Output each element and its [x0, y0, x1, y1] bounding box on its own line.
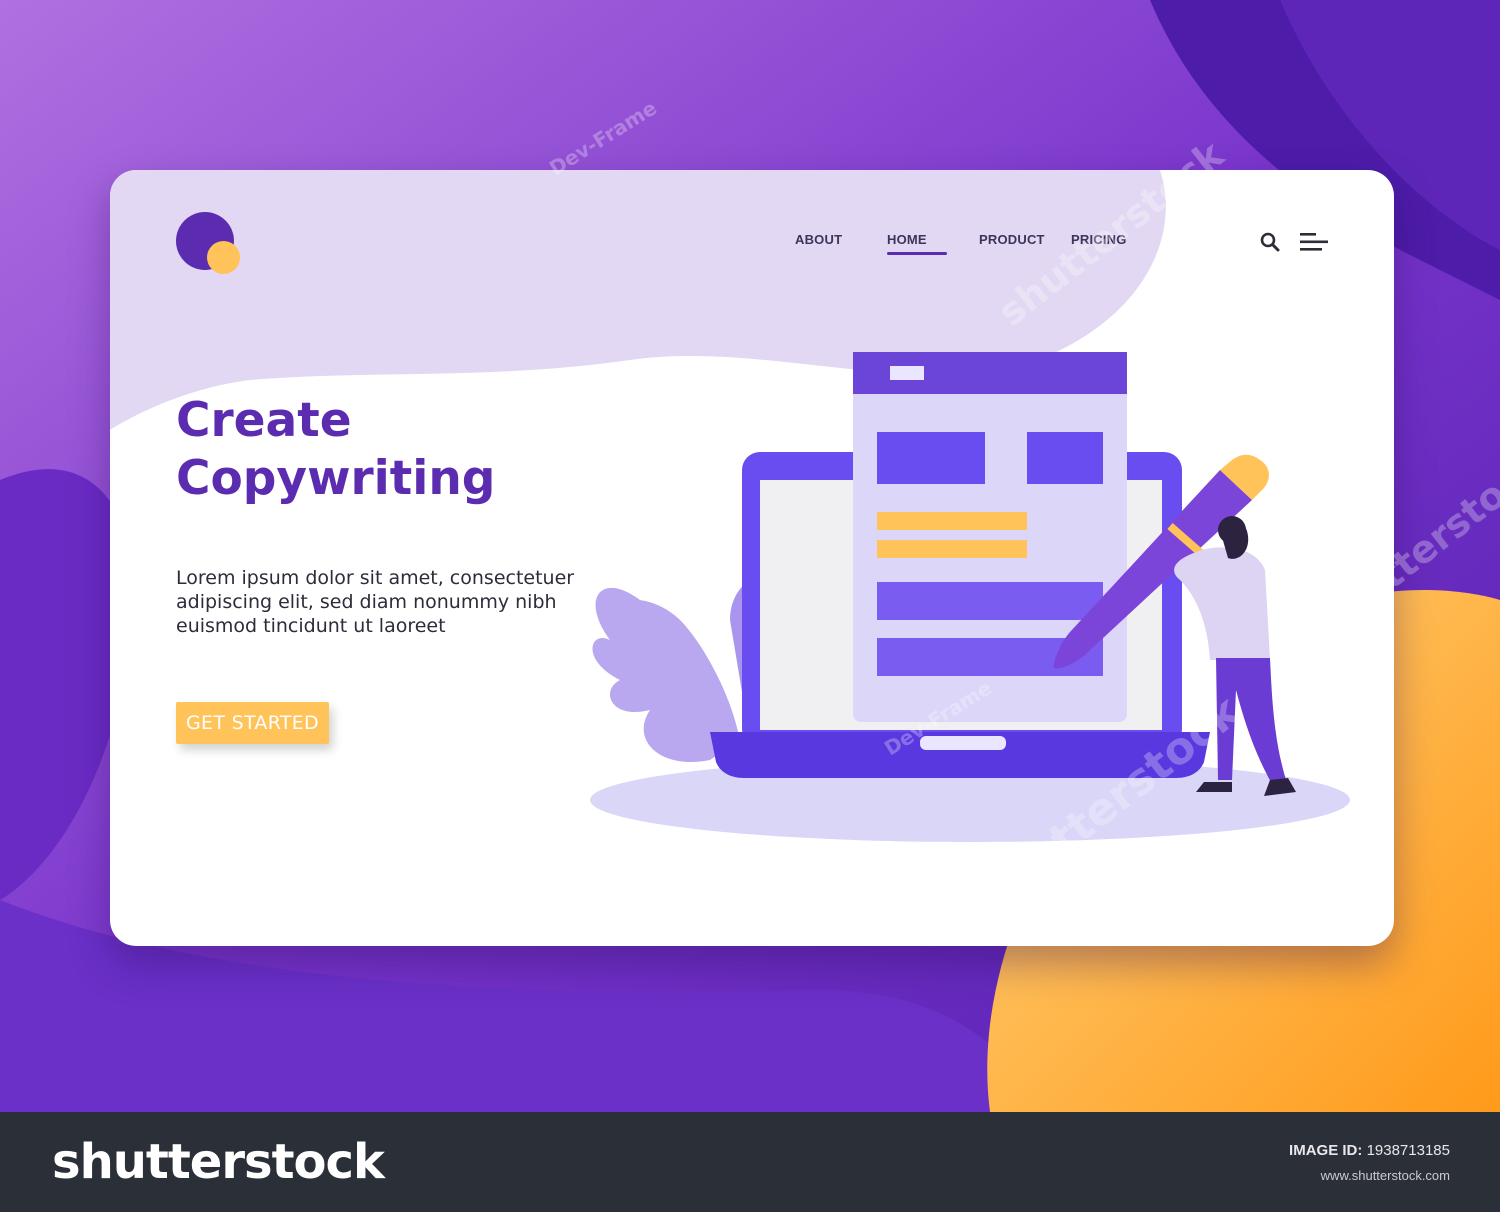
nav-item-home-label: HOME — [887, 232, 927, 247]
hero-title: Create Copywriting — [176, 392, 596, 508]
person-shirt — [1174, 547, 1270, 660]
main-navigation: ABOUT HOME PRODUCT PRICING — [110, 232, 1394, 262]
search-icon[interactable] — [1258, 230, 1282, 254]
document-block-2 — [1027, 432, 1103, 484]
hero-description-line1: Lorem ipsum dolor sit amet, consectetuer — [176, 567, 575, 589]
hero-title-line1: Create — [176, 393, 352, 448]
image-id: IMAGE ID: 1938713185 — [1289, 1142, 1450, 1159]
document-block-3 — [877, 582, 1103, 620]
laptop-notch — [920, 736, 1006, 750]
footer-bar: shutterstock IMAGE ID: 1938713185 www.sh… — [0, 1112, 1500, 1212]
copywriting-illustration — [590, 352, 1350, 842]
footer-url: www.shutterstock.com — [1320, 1168, 1450, 1183]
image-id-label: IMAGE ID: — [1289, 1142, 1363, 1159]
hero-description-line2: adipiscing elit, sed diam nonummy nibh — [176, 591, 557, 613]
image-id-value: 1938713185 — [1366, 1142, 1450, 1159]
get-started-button[interactable]: GET STARTED — [176, 702, 329, 744]
nav-active-indicator — [887, 252, 947, 255]
hero-description-line3: euismod tincidunt ut laoreet — [176, 615, 446, 637]
landing-page-card: ABOUT HOME PRODUCT PRICING Create Copywr… — [110, 170, 1394, 946]
document-block-1 — [877, 432, 985, 484]
nav-item-about[interactable]: ABOUT — [795, 232, 842, 247]
hero-description: Lorem ipsum dolor sit amet, consectetuer… — [176, 566, 596, 638]
nav-item-home[interactable]: HOME — [887, 232, 947, 255]
hamburger-menu-icon[interactable] — [1298, 230, 1330, 254]
nav-item-product[interactable]: PRODUCT — [979, 232, 1045, 247]
document-header-tab — [890, 366, 924, 380]
document-line-highlight-2 — [877, 540, 1027, 558]
document-line-highlight-1 — [877, 512, 1027, 530]
footer-logo: shutterstock — [52, 1134, 385, 1190]
hero-title-line2: Copywriting — [176, 451, 496, 506]
person-pants — [1216, 658, 1286, 784]
nav-item-pricing[interactable]: PRICING — [1071, 232, 1127, 247]
